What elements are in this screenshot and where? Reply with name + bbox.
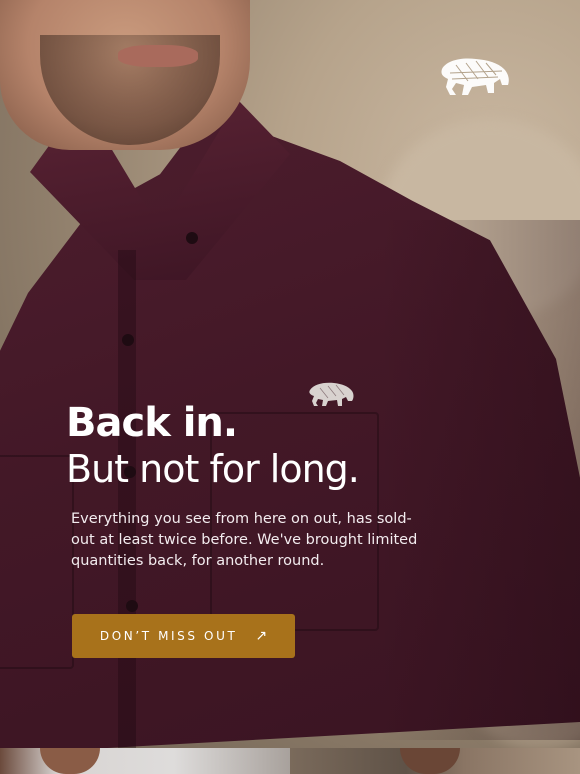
- model-mouth: [118, 45, 198, 67]
- hero-banner: Back in. But not for long. Everything yo…: [0, 0, 580, 748]
- thumbnail-model-head: [400, 748, 460, 774]
- shirt-button: [122, 334, 134, 346]
- dont-miss-out-button[interactable]: DON’T MISS OUT ↗: [72, 614, 295, 658]
- thumbnail-model-head: [40, 748, 100, 774]
- shirt-shadow: [380, 220, 580, 740]
- product-thumbnail-strip: [0, 748, 580, 774]
- headline-line-2: But not for long.: [66, 447, 360, 491]
- shirt-button: [126, 600, 138, 612]
- headline-line-1: Back in.: [66, 400, 238, 446]
- shirt-pocket: [0, 455, 74, 669]
- model-face: [0, 0, 250, 150]
- promo-description: Everything you see from here on out, has…: [71, 511, 418, 569]
- shirt-button: [186, 232, 198, 244]
- arrow-up-right-icon: ↗: [255, 628, 268, 644]
- elephant-logo-icon: [441, 58, 509, 95]
- shirt-placket: [118, 250, 136, 748]
- product-thumbnail[interactable]: [0, 748, 290, 774]
- headline: Back in. But not for long.: [66, 400, 360, 492]
- cta-label: DON’T MISS OUT: [99, 629, 238, 643]
- product-thumbnail[interactable]: [290, 748, 580, 774]
